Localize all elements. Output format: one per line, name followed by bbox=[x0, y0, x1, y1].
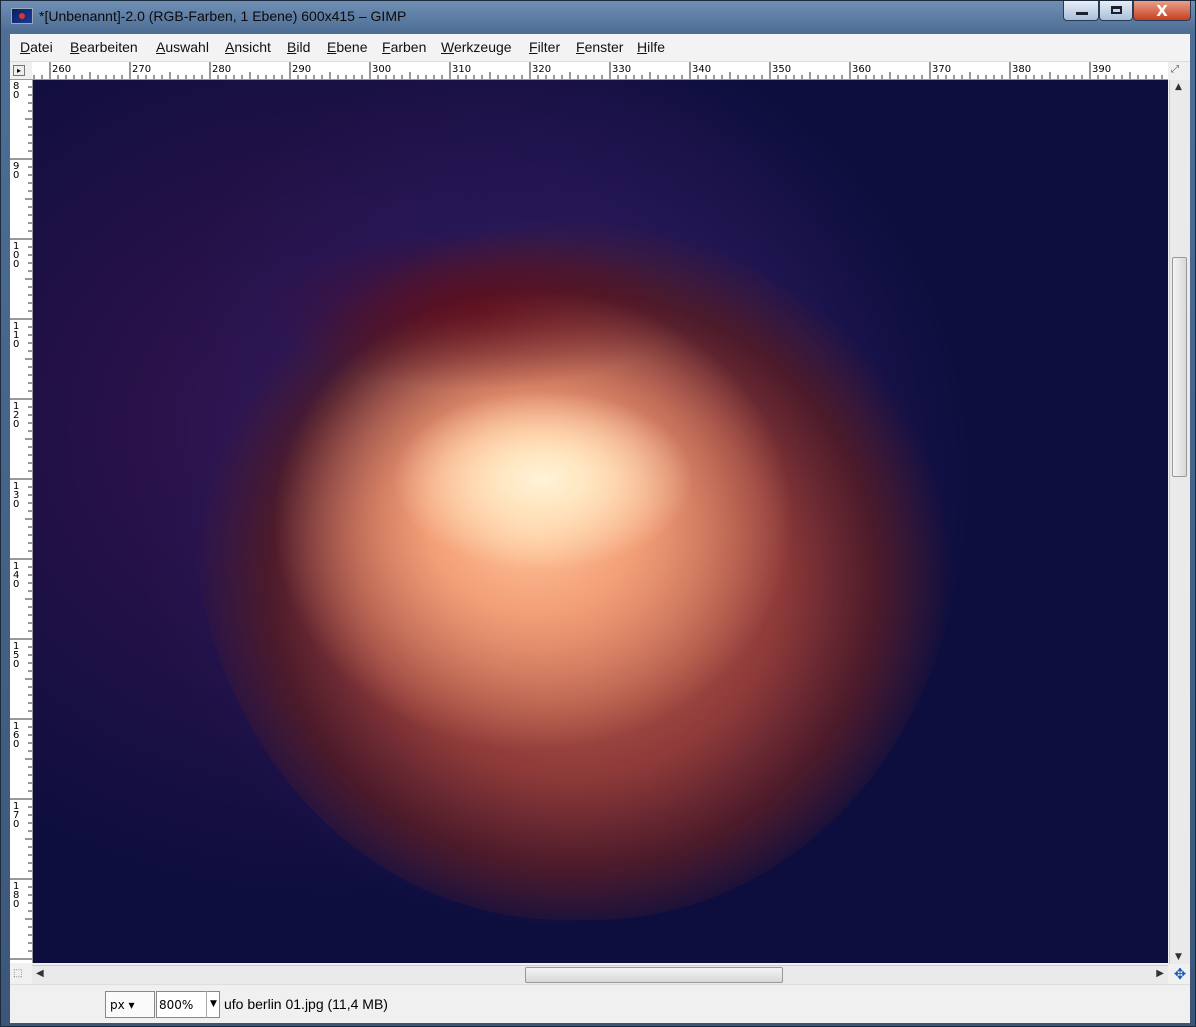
menu-datei[interactable]: Datei bbox=[20, 39, 53, 55]
horizontal-ruler-ticks: 260 270 280 290 300 310 320 330 340 350 360 370 380 3… bbox=[33, 62, 1163, 79]
zoom-fit-icon[interactable]: ⤢ bbox=[1171, 64, 1185, 77]
ruler-label: 0 bbox=[13, 899, 19, 910]
menu-label-rest: arben bbox=[390, 39, 427, 55]
ruler-label: 310 bbox=[452, 64, 471, 75]
menu-label-rest: uswahl bbox=[165, 39, 209, 55]
ruler-label: 290 bbox=[292, 64, 311, 75]
close-button[interactable]: X bbox=[1133, 1, 1191, 21]
menu-label-rest: nsicht bbox=[234, 39, 271, 55]
horizontal-scroll-thumb[interactable] bbox=[525, 967, 783, 983]
horizontal-scrollbar[interactable]: ◀ ▶ bbox=[32, 965, 1168, 984]
ruler-label: 0 bbox=[13, 419, 19, 430]
menu-mnemonic: D bbox=[20, 39, 31, 55]
menu-bearbeiten[interactable]: Bearbeiten bbox=[70, 39, 138, 55]
vertical-scrollbar[interactable]: ▲ ▼ bbox=[1169, 80, 1190, 964]
minimize-button[interactable] bbox=[1063, 1, 1099, 21]
ruler-label: 0 bbox=[13, 579, 19, 590]
menu-filter[interactable]: Filter bbox=[529, 39, 560, 55]
vertical-ruler-ticks: 8090100110120130140150160170180 bbox=[10, 79, 32, 960]
horizontal-ruler[interactable]: 260 270 280 290 300 310 320 330 340 350 360 370 380 3… bbox=[32, 62, 1168, 80]
menu-hilfe[interactable]: Hilfe bbox=[637, 39, 665, 55]
ruler-label: 0 bbox=[13, 170, 19, 181]
menu-mnemonic: F bbox=[382, 39, 391, 55]
scroll-left-icon[interactable]: ◀ bbox=[36, 968, 44, 979]
title-bar[interactable]: *[Unbenannt]-2.0 (RGB-Farben, 1 Ebene) 6… bbox=[1, 1, 1196, 33]
ruler-label: 260 bbox=[52, 64, 71, 75]
menu-label-rest: ilter bbox=[537, 39, 561, 55]
ruler-label: 360 bbox=[852, 64, 871, 75]
menu-label-rest: earbeiten bbox=[79, 39, 138, 55]
zoom-unit: % bbox=[181, 998, 194, 1012]
menu-mnemonic: A bbox=[156, 39, 166, 55]
menu-label-rest: erkzeuge bbox=[453, 39, 512, 55]
menu-label-rest: ild bbox=[296, 39, 311, 55]
image-shadow bbox=[263, 230, 683, 390]
ruler-label: 380 bbox=[1012, 64, 1031, 75]
quick-mask-icon[interactable]: ⬚ bbox=[13, 968, 27, 980]
scroll-down-icon[interactable]: ▼ bbox=[1175, 952, 1182, 962]
scroll-right-icon[interactable]: ▶ bbox=[1156, 968, 1164, 979]
menu-ebene[interactable]: Ebene bbox=[327, 39, 368, 55]
ruler-label: 0 bbox=[13, 499, 19, 510]
ruler-label: 0 bbox=[13, 659, 19, 670]
ruler-label: 270 bbox=[132, 64, 151, 75]
vertical-ruler[interactable]: 8090100110120130140150160170180 bbox=[10, 79, 33, 963]
zoom-value: 800 bbox=[159, 998, 182, 1012]
menu-label-rest: atei bbox=[30, 39, 53, 55]
ruler-label: 0 bbox=[13, 739, 19, 750]
unit-select[interactable]: px ▾ bbox=[105, 991, 155, 1018]
menu-mnemonic: H bbox=[637, 39, 648, 55]
menu-bild[interactable]: Bild bbox=[287, 39, 310, 55]
menu-mnemonic: E bbox=[327, 39, 337, 55]
menu-auswahl[interactable]: Auswahl bbox=[156, 39, 209, 55]
menu-ansicht[interactable]: Ansicht bbox=[225, 39, 271, 55]
gimp-window: *[Unbenannt]-2.0 (RGB-Farben, 1 Ebene) 6… bbox=[0, 0, 1196, 1027]
maximize-icon bbox=[1111, 6, 1122, 14]
maximize-button[interactable] bbox=[1099, 1, 1133, 21]
ruler-label: 370 bbox=[932, 64, 951, 75]
menu-bar: Datei Bearbeiten Auswahl Ansicht Bild Ebene Fa… bbox=[10, 34, 1190, 62]
menu-arrow-icon[interactable]: ▸ bbox=[13, 65, 25, 76]
navigate-icon[interactable]: ✥ bbox=[1171, 965, 1189, 983]
status-bar: px ▾ 800% ▼ ufo berlin 01.jpg (11,4 MB) bbox=[10, 984, 1190, 1023]
ruler-label: 0 bbox=[13, 259, 19, 270]
menu-label-rest: bene bbox=[336, 39, 368, 55]
menu-mnemonic: B bbox=[70, 39, 80, 55]
menu-mnemonic: F bbox=[529, 39, 538, 55]
menu-werkzeuge[interactable]: Werkzeuge bbox=[441, 39, 512, 55]
gimp-icon[interactable] bbox=[11, 8, 33, 24]
zoom-dropdown-icon[interactable]: ▼ bbox=[206, 991, 220, 1018]
ruler-label: 280 bbox=[212, 64, 231, 75]
window-title: *[Unbenannt]-2.0 (RGB-Farben, 1 Ebene) 6… bbox=[39, 8, 407, 24]
image-window-client: Datei Bearbeiten Auswahl Ansicht Bild Ebene Fa… bbox=[10, 34, 1190, 1023]
close-icon: X bbox=[1156, 2, 1168, 20]
ruler-label: 300 bbox=[372, 64, 391, 75]
ruler-label: 330 bbox=[612, 64, 631, 75]
ruler-label: 0 bbox=[13, 90, 19, 101]
menu-mnemonic: B bbox=[287, 39, 297, 55]
ruler-label: 0 bbox=[13, 819, 19, 830]
menu-mnemonic: A bbox=[225, 39, 235, 55]
status-info: ufo berlin 01.jpg (11,4 MB) bbox=[224, 996, 388, 1012]
ruler-label: 350 bbox=[772, 64, 791, 75]
menu-mnemonic: W bbox=[441, 39, 454, 55]
minimize-icon bbox=[1076, 12, 1088, 15]
image-canvas[interactable] bbox=[33, 80, 1168, 963]
unit-value: px bbox=[110, 998, 125, 1012]
menu-label-rest: ilfe bbox=[647, 39, 666, 55]
menu-farben[interactable]: Farben bbox=[382, 39, 426, 55]
scroll-up-icon[interactable]: ▲ bbox=[1175, 82, 1182, 92]
ruler-label: 390 bbox=[1092, 64, 1111, 75]
ruler-label: 0 bbox=[13, 339, 19, 350]
vertical-scroll-thumb[interactable] bbox=[1172, 257, 1187, 477]
menu-label-rest: enster bbox=[584, 39, 624, 55]
menu-fenster[interactable]: Fenster bbox=[576, 39, 623, 55]
ruler-label: 340 bbox=[692, 64, 711, 75]
ruler-label: 320 bbox=[532, 64, 551, 75]
menu-mnemonic: F bbox=[576, 39, 585, 55]
